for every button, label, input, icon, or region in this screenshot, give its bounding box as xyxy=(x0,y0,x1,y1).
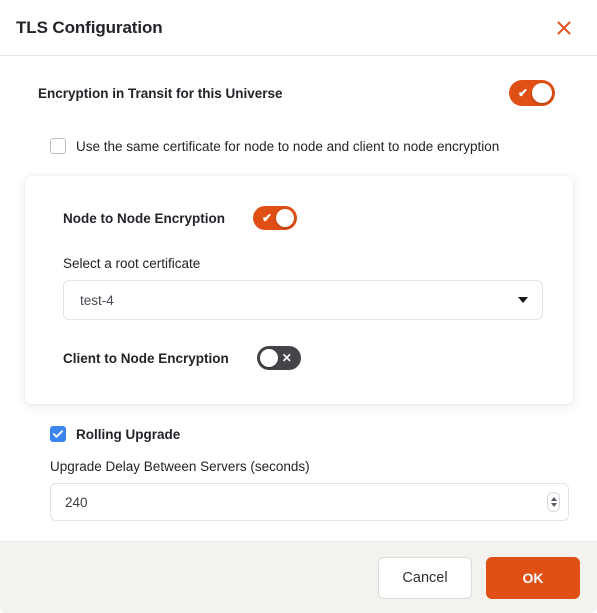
encryption-in-transit-label: Encryption in Transit for this Universe xyxy=(38,85,283,101)
spinner-down-icon[interactable] xyxy=(550,503,557,507)
toggle-check-icon: ✔ xyxy=(518,86,529,100)
same-certificate-label: Use the same certificate for node to nod… xyxy=(76,138,500,154)
rolling-upgrade-row[interactable]: Rolling Upgrade xyxy=(0,404,597,442)
close-button[interactable] xyxy=(551,15,577,41)
spinner-up-icon[interactable] xyxy=(550,497,557,501)
encryption-in-transit-row: Encryption in Transit for this Universe … xyxy=(0,56,597,106)
toggle-check-icon: ✔ xyxy=(262,211,273,225)
node-to-node-label: Node to Node Encryption xyxy=(63,210,225,226)
toggle-knob xyxy=(259,349,278,367)
client-to-node-row: Client to Node Encryption ✕ xyxy=(63,346,543,370)
root-certificate-select[interactable]: test-4 xyxy=(63,280,543,320)
page-title: TLS Configuration xyxy=(16,17,163,37)
modal-header: TLS Configuration xyxy=(0,0,597,56)
tls-configuration-modal: TLS Configuration Encryption in Transit … xyxy=(0,0,597,613)
root-certificate-value: test-4 xyxy=(80,292,114,308)
toggle-knob xyxy=(276,209,294,227)
close-icon xyxy=(554,18,574,38)
upgrade-delay-input[interactable]: 240 xyxy=(50,483,569,521)
same-certificate-checkbox[interactable] xyxy=(50,138,66,154)
encryption-settings-card: Node to Node Encryption ✔ Select a root … xyxy=(25,176,573,404)
modal-footer: Cancel OK xyxy=(0,541,597,613)
rolling-upgrade-checkbox[interactable] xyxy=(50,426,66,442)
upgrade-delay-value: 240 xyxy=(65,494,88,510)
node-to-node-toggle[interactable]: ✔ xyxy=(253,206,297,230)
check-icon xyxy=(52,428,64,440)
encryption-in-transit-toggle[interactable]: ✔ xyxy=(509,80,555,106)
modal-body: Encryption in Transit for this Universe … xyxy=(0,56,597,541)
client-to-node-label: Client to Node Encryption xyxy=(63,350,229,366)
node-to-node-row: Node to Node Encryption ✔ xyxy=(63,206,543,230)
toggle-knob xyxy=(532,83,552,103)
ok-button[interactable]: OK xyxy=(486,556,580,599)
cancel-button[interactable]: Cancel xyxy=(378,556,472,599)
rolling-upgrade-label: Rolling Upgrade xyxy=(76,426,181,442)
number-spinner-icon[interactable] xyxy=(547,492,560,512)
root-certificate-label: Select a root certificate xyxy=(63,256,201,271)
client-to-node-toggle[interactable]: ✕ xyxy=(256,346,301,370)
chevron-down-icon xyxy=(518,297,528,303)
toggle-cross-icon: ✕ xyxy=(281,351,292,365)
same-certificate-row[interactable]: Use the same certificate for node to nod… xyxy=(0,106,597,154)
upgrade-delay-label: Upgrade Delay Between Servers (seconds) xyxy=(50,459,310,474)
